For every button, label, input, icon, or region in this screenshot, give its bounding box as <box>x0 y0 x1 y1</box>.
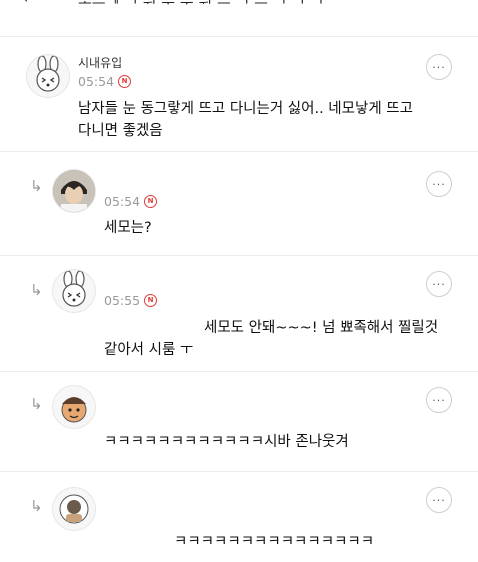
bunny-avatar-icon <box>62 270 86 307</box>
comment-line: ㅋㅋㅋㅋㅋㅋㅋㅋㅋㅋㅋㅋㅋㅋㅋ <box>174 534 375 550</box>
reply-item: ↳ ㅋㅋㅋㅋㅋㅋㅋㅋㅋㅋㅋㅋ시바 존나웃겨 ··· <box>0 371 478 471</box>
comment-time: 05:55 N <box>104 293 158 308</box>
character-avatar-icon <box>61 397 87 423</box>
reply-item: ↳ ㅋㅋㅋㅋㅋㅋㅋㅋㅋㅋㅋㅋㅋㅋㅋ ··· <box>0 471 478 562</box>
bunny-avatar-icon <box>36 55 60 92</box>
comment-text: ㅋㅋㅋㅋㅋㅋㅋㅋㅋㅋㅋㅋ시바 존나웃겨 <box>104 431 349 453</box>
comment-line: 세모도 안돼~~~! 넘 뾰족해서 찔릴것 <box>204 320 439 336</box>
comment-line: 세모는? <box>104 220 152 236</box>
comment-text: 세모는? <box>104 217 152 239</box>
comment-text: 세모도 안돼~~~! 넘 뾰족해서 찔릴것 같아서 시룸 ㅜ <box>104 317 438 361</box>
avatar[interactable] <box>52 487 96 531</box>
comment-line: 다니면 좋겠음 <box>78 123 163 139</box>
comment-line: 같아서 시룸 ㅜ <box>104 342 194 358</box>
comment-line: ㅋㅋㅋㅋㅋㅋㅋㅋㅋㅋㅋㅋ시바 존나웃겨 <box>104 434 349 450</box>
character-avatar-icon <box>59 494 89 524</box>
comment-time: 05:54 N <box>78 74 132 89</box>
chevron-icon: ‹ <box>22 0 28 7</box>
avatar[interactable] <box>26 54 70 98</box>
time-text: 05:55 <box>104 293 141 308</box>
time-text: 05:54 <box>78 74 115 89</box>
avatar[interactable] <box>52 269 96 313</box>
more-options-button[interactable]: ··· <box>426 54 452 80</box>
more-options-button[interactable]: ··· <box>426 271 452 297</box>
new-badge-icon: N <box>144 195 158 208</box>
profile-photo-icon <box>53 170 95 212</box>
reply-arrow-icon: ↳ <box>30 177 43 195</box>
comment-line: 남자들 눈 동그랗게 뜨고 다니는거 싫어.. 네모낳게 뜨고 <box>78 101 413 117</box>
avatar[interactable] <box>52 385 96 429</box>
new-badge-icon: N <box>144 294 158 307</box>
comment-text: ㅋㅋㅋㅋㅋㅋㅋㅋㅋㅋㅋㅋㅋㅋㅋ <box>174 531 374 553</box>
reply-item: ↳ 05:54 N 세모는? ··· <box>0 151 478 255</box>
more-options-button[interactable]: ··· <box>426 171 452 197</box>
commenter-name[interactable]: 시내유입 <box>78 54 122 71</box>
reply-arrow-icon: ↳ <box>30 497 43 515</box>
more-options-button[interactable]: ··· <box>426 487 452 513</box>
comment-text: 남자들 눈 동그랗게 뜨고 다니는거 싫어.. 네모낳게 뜨고 다니면 좋겠음 <box>78 98 413 142</box>
comment-item: 시내유입 05:54 N 남자들 눈 동그랗게 뜨고 다니는거 싫어.. 네모낳… <box>0 36 478 164</box>
new-badge-icon: N <box>118 75 132 88</box>
previous-comment-text: ᅩᅳᅦ ᅥ ᅱ ᅮ ᅮ ᅱ ᅳ ᅥ ᅳ ᅵ ᅥ ᅥ <box>78 0 324 12</box>
reply-item: ↳ 05:55 N 세모도 안돼~~~! 넘 뾰족해서 찔릴것 같아서 시룸 ㅜ… <box>0 255 478 371</box>
avatar[interactable] <box>52 169 96 213</box>
reply-arrow-icon: ↳ <box>30 281 43 299</box>
time-text: 05:54 <box>104 194 141 209</box>
comment-time: 05:54 N <box>104 194 158 209</box>
more-options-button[interactable]: ··· <box>426 387 452 413</box>
reply-arrow-icon: ↳ <box>30 395 43 413</box>
previous-comment-fragment: ‹ ᅩᅳᅦ ᅥ ᅱ ᅮ ᅮ ᅱ ᅳ ᅥ ᅳ ᅵ ᅥ ᅥ <box>0 0 478 24</box>
